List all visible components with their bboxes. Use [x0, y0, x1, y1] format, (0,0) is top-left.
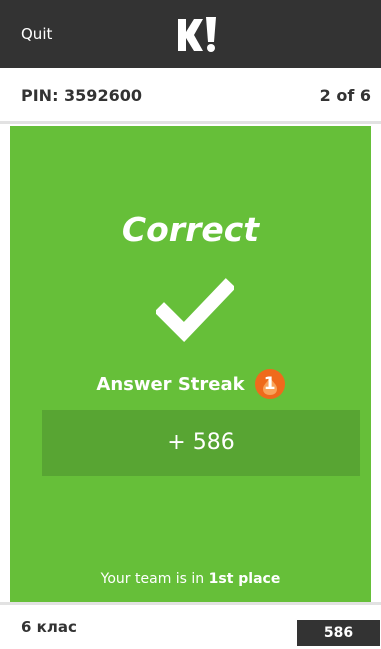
- checkmark-icon: [156, 278, 234, 342]
- quit-button[interactable]: Quit: [21, 0, 52, 68]
- streak-label: Answer Streak: [96, 373, 245, 395]
- game-pin: PIN: 3592600: [21, 86, 142, 105]
- answer-streak: Answer Streak 1: [10, 368, 371, 400]
- kahoot-logo: [178, 17, 216, 52]
- rank-place: 1st place: [208, 571, 281, 587]
- result-status: Correct: [121, 210, 260, 249]
- top-bar: Quit: [0, 0, 381, 68]
- game-info-bar: PIN: 3592600 2 of 6: [0, 68, 381, 124]
- streak-count: 1: [263, 374, 276, 394]
- streak-badge: 1: [254, 369, 285, 399]
- team-rank: Your team is in 1st place: [10, 571, 371, 587]
- total-score: 586: [297, 620, 380, 646]
- result-panel: Correct Answer Streak 1 + 586 Your team …: [10, 126, 371, 602]
- footer-bar: 6 клас 586: [0, 602, 381, 646]
- team-name: 6 клас: [21, 618, 77, 636]
- question-progress: 2 of 6: [319, 86, 371, 105]
- points-earned: + 586: [42, 410, 360, 476]
- rank-prefix: Your team is in: [100, 571, 209, 587]
